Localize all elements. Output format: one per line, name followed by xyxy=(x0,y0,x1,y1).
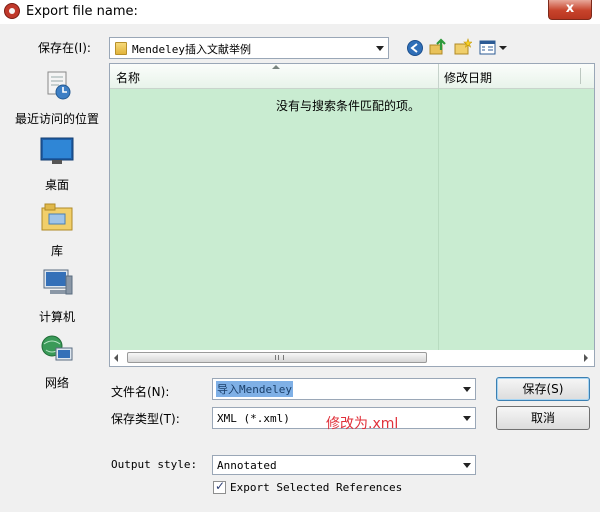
save-button[interactable]: 保存(S) xyxy=(496,377,590,401)
export-selected-label: Export Selected References xyxy=(230,481,403,494)
network-icon xyxy=(41,335,73,361)
recent-places-icon xyxy=(47,71,71,100)
column-header-date[interactable]: 修改日期 xyxy=(444,69,492,86)
place-label: 桌面 xyxy=(44,178,69,192)
title-bar: Export file name: x xyxy=(0,0,600,24)
cancel-button[interactable]: 取消 xyxy=(496,406,590,430)
output-style-value: Annotated xyxy=(217,459,277,472)
scroll-right-icon[interactable] xyxy=(584,354,588,362)
place-network[interactable]: 网络 xyxy=(8,334,106,398)
up-folder-icon[interactable] xyxy=(429,38,447,56)
chevron-down-icon xyxy=(376,46,384,51)
place-label: 库 xyxy=(50,244,63,258)
place-label: 计算机 xyxy=(38,310,75,324)
computer-icon xyxy=(43,269,73,295)
list-header: 名称 修改日期 xyxy=(110,64,594,89)
libraries-icon xyxy=(41,203,73,231)
app-icon xyxy=(4,3,20,19)
export-dialog: Export file name: x 保存在(I): Mendeley插入文献… xyxy=(0,0,600,512)
checkmark-icon: ✓ xyxy=(215,479,226,493)
desktop-icon xyxy=(40,137,74,164)
column-gridline xyxy=(438,88,439,350)
grip-icon xyxy=(275,355,284,360)
annotation-text: 修改为.xml xyxy=(326,416,399,432)
chevron-down-icon xyxy=(463,416,471,421)
place-libraries[interactable]: 库 xyxy=(8,202,106,266)
file-list[interactable]: 名称 修改日期 没有与搜索条件匹配的项。 xyxy=(109,63,595,367)
lookin-combobox[interactable]: Mendeley插入文献举例 xyxy=(109,37,389,59)
filename-input[interactable]: 导入Mendeley xyxy=(212,378,476,400)
export-selected-checkbox[interactable]: ✓ xyxy=(213,479,226,494)
filename-label: 文件名(N): xyxy=(111,385,170,399)
place-desktop[interactable]: 桌面 xyxy=(8,136,106,200)
scroll-left-icon[interactable] xyxy=(114,354,118,362)
horizontal-scrollbar[interactable] xyxy=(110,350,594,366)
output-style-label: Output style: xyxy=(111,458,198,471)
place-recent[interactable]: 最近访问的位置 xyxy=(8,70,106,134)
sort-ascending-icon xyxy=(272,65,280,69)
window-title: Export file name: xyxy=(26,4,138,19)
places-bar: 最近访问的位置 桌面 库 计算机 网络 xyxy=(8,62,106,402)
place-label: 网络 xyxy=(44,376,69,390)
lookin-label: 保存在(I): xyxy=(38,41,91,55)
place-label: 最近访问的位置 xyxy=(14,112,99,126)
filename-value: 导入Mendeley xyxy=(216,381,293,397)
view-menu-icon[interactable] xyxy=(479,39,509,57)
place-computer[interactable]: 计算机 xyxy=(8,268,106,332)
lookin-value: Mendeley插入文献举例 xyxy=(132,43,251,56)
chevron-down-icon xyxy=(463,463,471,468)
back-icon[interactable] xyxy=(406,39,424,57)
output-style-select[interactable]: Annotated xyxy=(212,455,476,475)
chevron-down-icon[interactable] xyxy=(463,387,471,392)
column-divider[interactable] xyxy=(580,68,581,84)
empty-message: 没有与搜索条件匹配的项。 xyxy=(276,99,421,113)
filetype-label: 保存类型(T): xyxy=(111,412,180,426)
folder-icon xyxy=(115,42,127,55)
scroll-thumb[interactable] xyxy=(127,352,427,363)
column-header-name[interactable]: 名称 xyxy=(116,69,140,86)
filetype-value: XML (*.xml) xyxy=(217,412,290,425)
new-folder-icon[interactable] xyxy=(454,38,472,56)
column-divider[interactable] xyxy=(438,64,439,88)
close-button[interactable]: x xyxy=(548,0,592,20)
